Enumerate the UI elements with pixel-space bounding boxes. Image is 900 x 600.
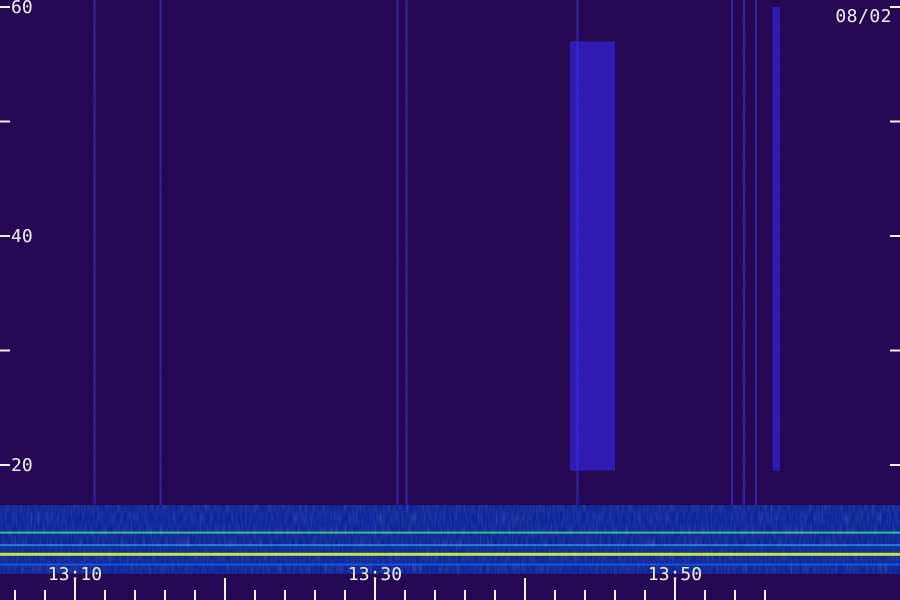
x-tick bbox=[434, 590, 436, 600]
x-tick bbox=[734, 590, 736, 600]
x-tick bbox=[464, 590, 466, 600]
y-tick-right bbox=[890, 120, 900, 123]
x-tick bbox=[704, 590, 706, 600]
vertical-streak bbox=[396, 0, 399, 506]
x-tick bbox=[314, 590, 316, 600]
y-tick-label: 20 bbox=[11, 455, 33, 476]
x-tick bbox=[644, 590, 646, 600]
vertical-streak bbox=[755, 0, 757, 506]
x-tick bbox=[404, 590, 406, 600]
x-tick bbox=[254, 590, 256, 600]
vertical-streak bbox=[743, 0, 745, 506]
x-tick bbox=[224, 578, 226, 600]
x-tick bbox=[164, 590, 166, 600]
y-tick-label: 60 bbox=[11, 0, 33, 18]
x-tick bbox=[554, 590, 556, 600]
signal-trace bbox=[0, 563, 900, 566]
x-tick bbox=[584, 590, 586, 600]
x-tick bbox=[344, 590, 346, 600]
y-tick-left bbox=[0, 349, 10, 352]
vertical-streak bbox=[405, 0, 408, 506]
spectrogram: 20 40 60 13:10 13:30 13:50 bbox=[0, 0, 900, 600]
y-tick-left bbox=[0, 235, 10, 237]
x-tick bbox=[104, 590, 106, 600]
x-tick bbox=[524, 578, 526, 600]
strong-signal-band bbox=[0, 505, 900, 574]
signal-trace bbox=[0, 552, 900, 556]
date-label: 08/02 bbox=[835, 6, 892, 27]
x-tick bbox=[614, 590, 616, 600]
x-tick bbox=[14, 590, 16, 600]
vertical-streak bbox=[731, 0, 733, 506]
x-tick bbox=[764, 590, 766, 600]
bright-band bbox=[570, 41, 615, 471]
x-tick bbox=[494, 590, 496, 600]
x-tick-label: 13:10 bbox=[48, 564, 102, 585]
y-tick-right bbox=[890, 349, 900, 352]
signal-trace bbox=[0, 544, 900, 547]
x-tick bbox=[134, 590, 136, 600]
y-tick-left bbox=[0, 6, 10, 8]
x-tick-label: 13:50 bbox=[648, 564, 702, 585]
vertical-streak bbox=[159, 0, 162, 506]
y-tick-label: 40 bbox=[11, 226, 33, 247]
x-tick bbox=[44, 590, 46, 600]
x-tick-label: 13:30 bbox=[348, 564, 402, 585]
strong-band-speckle bbox=[0, 505, 900, 574]
y-tick-right bbox=[890, 464, 900, 466]
signal-trace bbox=[0, 531, 900, 534]
y-tick-right bbox=[890, 235, 900, 237]
x-tick bbox=[194, 590, 196, 600]
bright-band bbox=[772, 7, 780, 471]
y-tick-left bbox=[0, 120, 10, 123]
y-tick-left bbox=[0, 464, 10, 466]
x-tick bbox=[284, 590, 286, 600]
vertical-streak bbox=[93, 0, 96, 506]
